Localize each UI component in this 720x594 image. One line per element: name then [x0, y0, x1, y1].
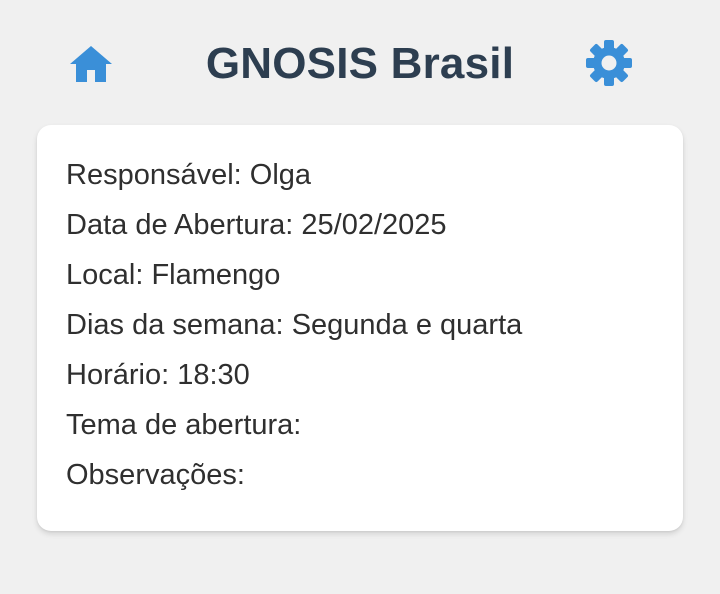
notes-label: Observações:: [66, 459, 245, 491]
details-card: Responsável: Olga Data de Abertura: 25/0…: [37, 125, 683, 531]
time-row: Horário: 18:30: [66, 353, 683, 403]
app-header: GNOSIS Brasil: [0, 0, 720, 126]
weekdays-label: Dias da semana:: [66, 309, 284, 341]
responsible-value: Olga: [249, 159, 312, 191]
opening-theme-label: Tema de abertura:: [66, 409, 302, 441]
gear-icon: [586, 40, 632, 86]
location-row: Local: Flamengo: [66, 253, 683, 303]
time-label: Horário:: [66, 359, 170, 391]
opening-date-label: Data de Abertura:: [66, 209, 294, 241]
location-label: Local:: [66, 259, 144, 291]
time-value: 18:30: [177, 359, 250, 391]
opening-theme-row: Tema de abertura:: [66, 403, 683, 453]
responsible-row: Responsável: Olga: [66, 153, 683, 203]
weekdays-value: Segunda e quarta: [291, 309, 523, 341]
opening-date-value: 25/02/2025: [301, 209, 447, 241]
weekdays-row: Dias da semana: Segunda e quarta: [66, 303, 683, 353]
settings-button[interactable]: [581, 35, 637, 91]
location-value: Flamengo: [151, 259, 281, 291]
responsible-label: Responsável:: [66, 159, 242, 191]
notes-row: Observações:: [66, 453, 683, 503]
opening-date-row: Data de Abertura: 25/02/2025: [66, 203, 683, 253]
